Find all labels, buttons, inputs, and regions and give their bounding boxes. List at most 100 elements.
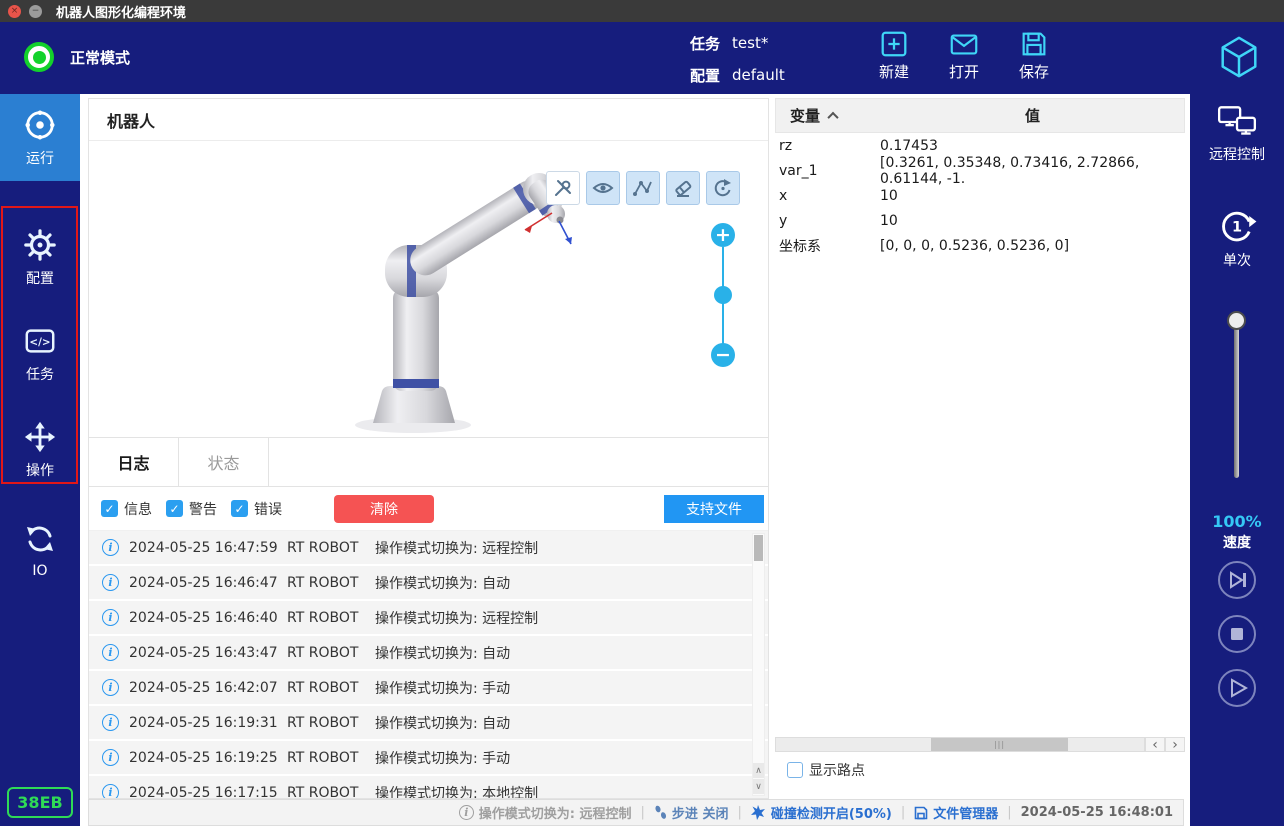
log-scrollbar[interactable]: ∧ ∨ xyxy=(752,533,765,796)
tab-log[interactable]: 日志 xyxy=(89,438,179,486)
log-source: RT ROBOT xyxy=(287,785,375,799)
clear-log-button[interactable]: 清除 xyxy=(334,495,434,523)
log-row[interactable]: i 2024-05-25 16:46:47 RT ROBOT 操作模式切换为: … xyxy=(89,566,768,601)
log-row[interactable]: i 2024-05-25 16:42:07 RT ROBOT 操作模式切换为: … xyxy=(89,671,768,706)
show-waypoints-checkbox[interactable] xyxy=(787,762,803,778)
status-datetime: 2024-05-25 16:48:01 xyxy=(1021,805,1173,820)
scroll-down-button[interactable]: ∨ xyxy=(753,779,764,794)
log-message: 操作模式切换为: 远程控制 xyxy=(375,608,538,628)
collision-detection-toggle[interactable]: 碰撞检测开启(50%) xyxy=(751,803,892,822)
minimize-button[interactable]: − xyxy=(29,5,42,18)
scroll-right-button[interactable]: › xyxy=(1165,737,1185,752)
speed-label: 速度 xyxy=(1223,532,1251,552)
stop-button[interactable] xyxy=(1218,615,1256,653)
warning-checkbox[interactable]: ✓ xyxy=(166,500,183,517)
log-source: RT ROBOT xyxy=(287,540,375,556)
sidebar-item-operate[interactable]: 操作 xyxy=(0,412,80,488)
speed-display: 100% 速度 xyxy=(1190,512,1284,552)
log-row[interactable]: i 2024-05-25 16:19:31 RT ROBOT 操作模式切换为: … xyxy=(89,706,768,741)
variable-row[interactable]: var_1 [0.3261, 0.35348, 0.73416, 2.72866… xyxy=(775,158,1185,183)
step-label: 步进 关闭 xyxy=(672,803,729,822)
h-scrollbar-thumb[interactable]: ||| xyxy=(931,738,1068,751)
save-button[interactable]: 保存 xyxy=(1018,28,1050,82)
speed-slider-track[interactable] xyxy=(1234,318,1239,478)
device-id-badge[interactable]: 38EB xyxy=(7,787,73,818)
robot-3d-viewport[interactable]: + − xyxy=(89,141,768,437)
svg-text:</>: </> xyxy=(29,336,50,348)
zoom-out-button[interactable]: − xyxy=(711,343,735,367)
log-message: 操作模式切换为: 手动 xyxy=(375,678,510,698)
info-checkbox[interactable]: ✓ xyxy=(101,500,118,517)
tab-status[interactable]: 状态 xyxy=(179,438,269,486)
eye-icon xyxy=(592,177,614,199)
separator: | xyxy=(641,805,645,820)
variable-value: [0, 0, 0, 0.5236, 0.5236, 0] xyxy=(880,238,1185,254)
path-button[interactable] xyxy=(626,171,660,205)
scroll-left-button[interactable]: ‹ xyxy=(1145,737,1165,752)
rotate-view-button[interactable] xyxy=(706,171,740,205)
sidebar-item-task[interactable]: </> 任务 xyxy=(0,316,80,392)
single-run-button[interactable]: 1 单次 xyxy=(1190,206,1284,270)
speed-slider-knob[interactable] xyxy=(1227,311,1246,330)
sidebar-item-label: 任务 xyxy=(26,364,54,384)
log-row[interactable]: i 2024-05-25 16:43:47 RT ROBOT 操作模式切换为: … xyxy=(89,636,768,671)
rotate-icon xyxy=(712,177,734,199)
sidebar-item-run[interactable]: 运行 xyxy=(0,94,80,181)
variable-row[interactable]: y 10 xyxy=(775,208,1185,233)
show-waypoints-label: 显示路点 xyxy=(809,760,865,780)
tools-button[interactable] xyxy=(546,171,580,205)
log-source: RT ROBOT xyxy=(287,645,375,661)
log-source: RT ROBOT xyxy=(287,610,375,626)
log-scrollbar-thumb[interactable] xyxy=(754,535,763,561)
log-row[interactable]: i 2024-05-25 16:46:40 RT ROBOT 操作模式切换为: … xyxy=(89,601,768,636)
log-row[interactable]: i 2024-05-25 16:17:15 RT ROBOT 操作模式切换为: … xyxy=(89,776,768,798)
gear-icon xyxy=(23,228,57,262)
zoom-in-button[interactable]: + xyxy=(711,223,735,247)
filter-warning-label: 警告 xyxy=(189,499,217,519)
log-source: RT ROBOT xyxy=(287,575,375,591)
new-button[interactable]: 新建 xyxy=(878,28,910,82)
collapse-caret-icon[interactable] xyxy=(827,111,838,122)
single-cycle-icon: 1 xyxy=(1217,206,1257,246)
variable-row[interactable]: 坐标系 [0, 0, 0, 0.5236, 0.5236, 0] xyxy=(775,233,1185,258)
log-time: 2024-05-25 16:47:59 xyxy=(129,540,287,556)
remote-control-button[interactable]: 远程控制 xyxy=(1190,104,1284,164)
task-value: test* xyxy=(732,34,768,52)
robot-panel-title: 机器人 xyxy=(89,99,768,141)
file-manager-button[interactable]: 文件管理器 xyxy=(914,803,998,822)
sidebar-item-label: 配置 xyxy=(26,268,54,288)
left-sidebar: 运行 配置 </> 任务 操作 IO 38EB xyxy=(0,94,80,826)
sidebar-item-label: 运行 xyxy=(26,148,54,168)
log-filter-row: ✓ 信息 ✓ 警告 ✓ 错误 清除 支持文件 xyxy=(89,487,768,531)
filter-error-label: 错误 xyxy=(254,499,282,519)
sidebar-item-io[interactable]: IO xyxy=(0,512,80,588)
log-message: 操作模式切换为: 本地控制 xyxy=(375,783,538,799)
error-checkbox[interactable]: ✓ xyxy=(231,500,248,517)
open-button[interactable]: 打开 xyxy=(948,28,980,82)
step-toggle[interactable]: 步进 关闭 xyxy=(654,803,729,822)
info-icon: i xyxy=(102,609,119,626)
info-icon: i xyxy=(102,644,119,661)
visibility-button[interactable] xyxy=(586,171,620,205)
play-button[interactable] xyxy=(1218,669,1256,707)
h-scrollbar-track[interactable]: ||| xyxy=(775,737,1145,752)
log-source: RT ROBOT xyxy=(287,715,375,731)
support-files-button[interactable]: 支持文件 xyxy=(664,495,764,523)
log-time: 2024-05-25 16:43:47 xyxy=(129,645,287,661)
variable-row[interactable]: x 10 xyxy=(775,183,1185,208)
variables-list: rz 0.17453 var_1 [0.3261, 0.35348, 0.734… xyxy=(775,133,1185,258)
separator: | xyxy=(737,805,741,820)
open-button-label: 打开 xyxy=(949,61,979,82)
variable-value: [0.3261, 0.35348, 0.73416, 2.72866, 0.61… xyxy=(880,155,1185,187)
zoom-slider-knob[interactable] xyxy=(714,286,732,304)
close-button[interactable]: × xyxy=(8,5,21,18)
log-row[interactable]: i 2024-05-25 16:47:59 RT ROBOT 操作模式切换为: … xyxy=(89,531,768,566)
variables-header[interactable]: 变量 值 xyxy=(775,98,1185,133)
log-row[interactable]: i 2024-05-25 16:19:25 RT ROBOT 操作模式切换为: … xyxy=(89,741,768,776)
log-time: 2024-05-25 16:46:47 xyxy=(129,575,287,591)
scroll-up-button[interactable]: ∧ xyxy=(753,763,764,778)
step-forward-button[interactable] xyxy=(1218,561,1256,599)
sidebar-item-config[interactable]: 配置 xyxy=(0,220,80,296)
erase-button[interactable] xyxy=(666,171,700,205)
remote-control-label: 远程控制 xyxy=(1209,144,1265,164)
